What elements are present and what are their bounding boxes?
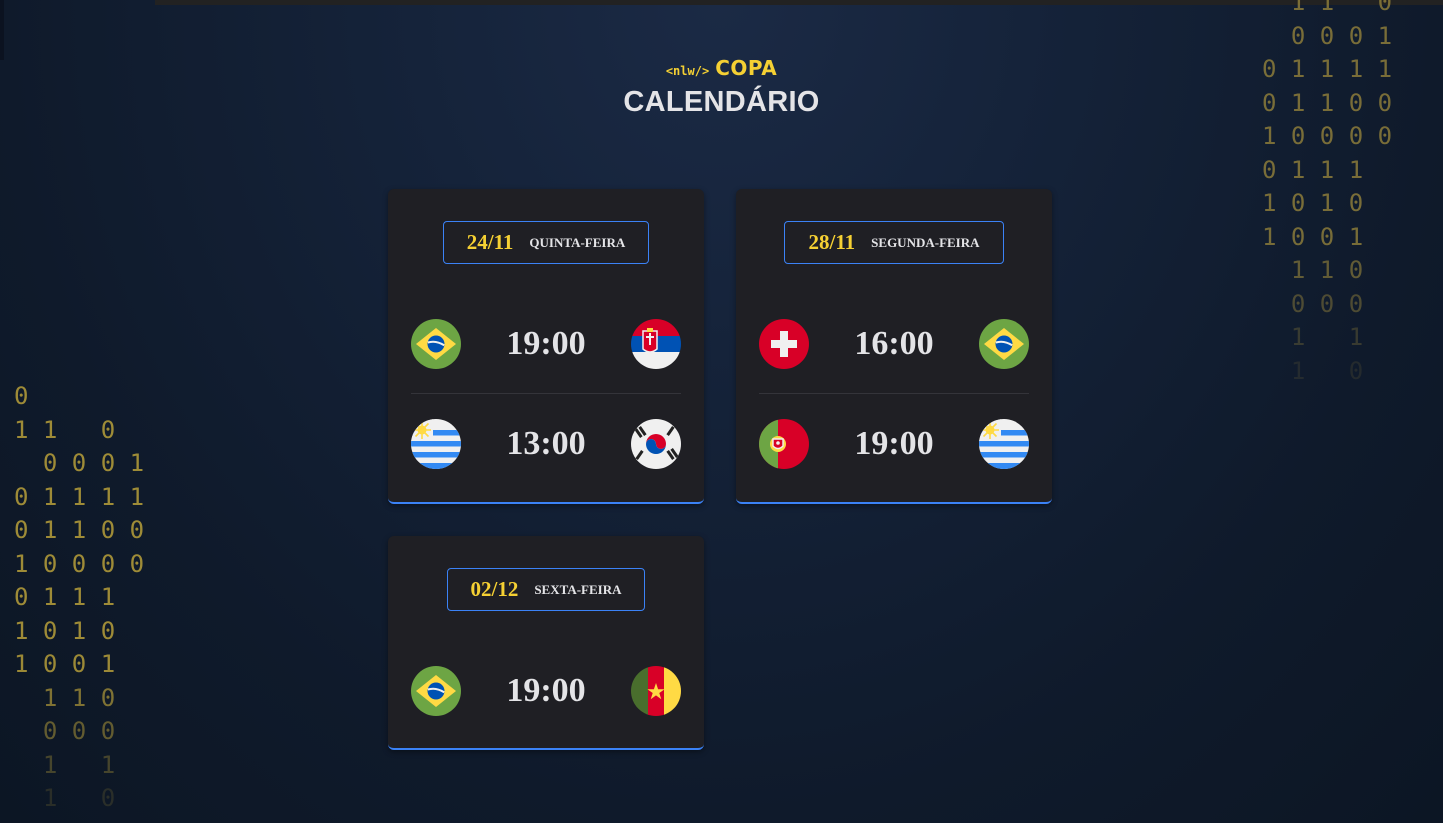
date-number: 02/12 xyxy=(470,577,519,601)
binary-line: 1 1 xyxy=(14,750,116,779)
match-time: 19:00 xyxy=(854,425,934,462)
brand-logo: <nlw/> COPA xyxy=(0,56,1443,80)
match-row: 19:00 xyxy=(411,666,681,716)
portugal-flag-icon xyxy=(759,419,809,469)
date-pill: 24/11 QUINTA-FEIRA xyxy=(443,221,649,264)
brand-nlw-tag: <nlw/> xyxy=(665,64,710,78)
match-time: 16:00 xyxy=(854,325,934,362)
binary-line: 0 0 0 xyxy=(14,717,116,745)
weekday-label: SEXTA-FEIRA xyxy=(534,581,622,597)
page-title: CALENDÁRIO xyxy=(623,86,820,118)
brand-copa-word: COPA xyxy=(715,56,778,80)
match-row: 13:00 xyxy=(411,419,681,469)
binary-line: 1 0 0 1 xyxy=(14,650,116,678)
binary-line: 0 xyxy=(14,382,29,410)
binary-line: 0 0 0 1 xyxy=(14,449,145,477)
top-bar-line xyxy=(155,0,1443,5)
match-row: 19:00 xyxy=(759,419,1029,469)
uruguay-flag-icon xyxy=(411,419,461,469)
match-card-28-11: 28/11 SEGUNDA-FEIRA 16:00 19:00 xyxy=(736,189,1052,504)
binary-line: 1 0 1 0 xyxy=(14,616,116,645)
binary-line: 0 1 1 0 0 xyxy=(14,516,145,544)
binary-line: 1 0 xyxy=(1262,356,1364,385)
match-card-24-11: 24/11 QUINTA-FEIRA 19:00 13:00 xyxy=(388,189,704,504)
date-number: 24/11 xyxy=(466,230,514,254)
match-time: 19:00 xyxy=(506,672,586,709)
binary-line: 1 1 0 xyxy=(1262,256,1364,284)
match-row: 19:00 xyxy=(411,319,681,369)
match-divider xyxy=(759,393,1029,394)
binary-line: 1 0 0 0 0 xyxy=(1262,122,1393,150)
binary-decoration-left: 0 1 1 0 0 0 0 1 0 1 1 1 1 0 1 1 0 0 1 0 0 0 … xyxy=(14,380,144,816)
match-divider xyxy=(411,393,681,394)
cameroon-flag-icon xyxy=(631,666,681,716)
match-time: 19:00 xyxy=(506,325,586,362)
binary-line: 0 1 1 1 xyxy=(14,583,116,611)
binary-line: 1 0 xyxy=(14,784,116,812)
south-korea-flag-icon xyxy=(631,419,681,469)
uruguay-flag-icon xyxy=(979,419,1029,469)
match-row: 16:00 xyxy=(759,319,1029,369)
binary-line: 1 1 0 xyxy=(1262,0,1393,16)
binary-line: 0 1 1 1 1 xyxy=(14,482,145,511)
brazil-flag-icon xyxy=(411,319,461,369)
switzerland-flag-icon xyxy=(759,319,809,369)
date-pill: 28/11 SEGUNDA-FEIRA xyxy=(784,221,1004,264)
left-edge-strip xyxy=(0,0,4,60)
brazil-flag-icon xyxy=(979,319,1029,369)
serbia-flag-icon xyxy=(631,319,681,369)
binary-line: 1 1 xyxy=(1262,323,1364,351)
match-time: 13:00 xyxy=(506,425,586,462)
binary-line: 1 0 0 0 0 xyxy=(14,549,145,578)
binary-line: 1 0 0 1 xyxy=(1262,222,1364,251)
binary-line: 1 1 0 xyxy=(14,415,116,444)
weekday-label: QUINTA-FEIRA xyxy=(529,234,626,250)
binary-line: 0 0 0 xyxy=(1262,289,1364,318)
binary-line: 0 1 1 1 xyxy=(1262,155,1364,184)
date-pill: 02/12 SEXTA-FEIRA xyxy=(447,568,645,611)
weekday-label: SEGUNDA-FEIRA xyxy=(871,234,980,250)
binary-line: 1 0 1 0 xyxy=(1262,189,1364,217)
binary-line: 0 0 0 1 xyxy=(1262,21,1393,50)
brazil-flag-icon xyxy=(411,666,461,716)
match-card-02-12: 02/12 SEXTA-FEIRA 19:00 xyxy=(388,536,704,750)
binary-line: 1 1 0 xyxy=(14,683,116,712)
date-number: 28/11 xyxy=(808,230,856,254)
